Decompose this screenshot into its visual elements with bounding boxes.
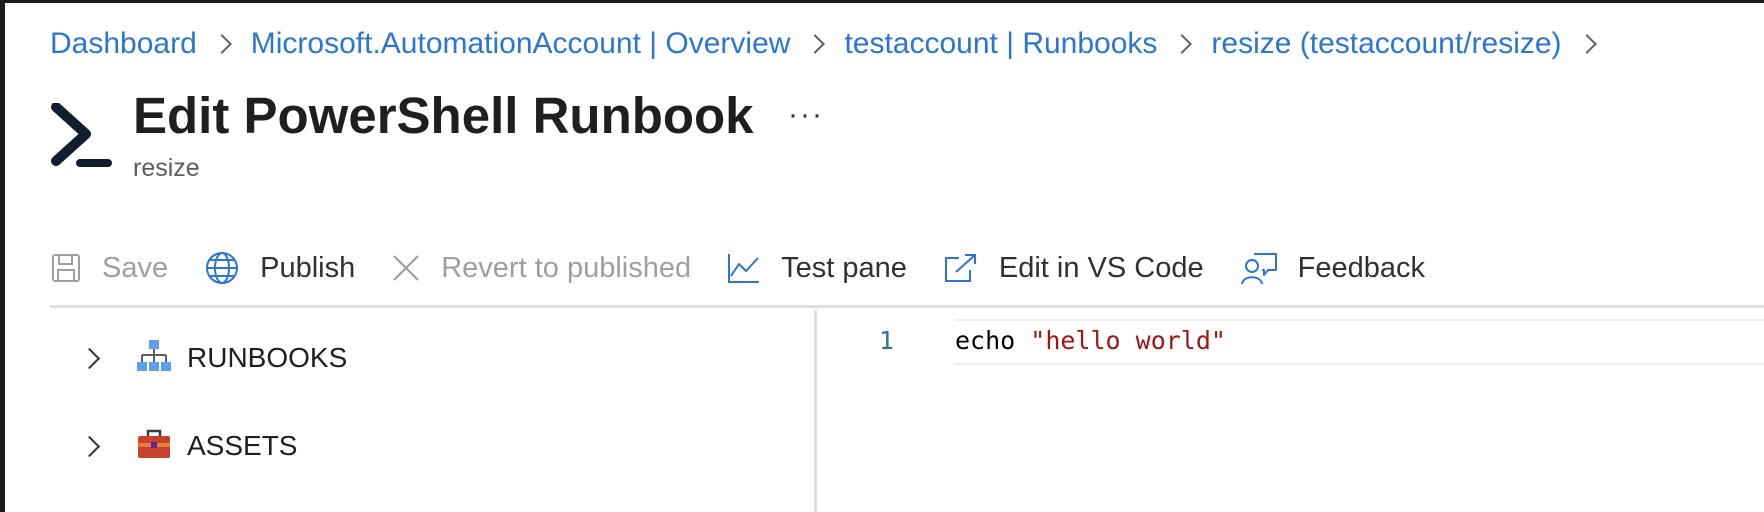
breadcrumb: Dashboard Microsoft.AutomationAccount | … xyxy=(50,24,1616,64)
edit-in-vscode-button[interactable]: Edit in VS Code xyxy=(943,252,1204,285)
chevron-right-icon xyxy=(78,347,101,369)
toolbar-divider xyxy=(50,305,1764,308)
window-left-border xyxy=(0,0,5,512)
more-options-button[interactable]: ··· xyxy=(788,98,824,132)
powershell-icon xyxy=(50,102,112,169)
chart-line-icon xyxy=(728,254,760,283)
publish-button[interactable]: Publish xyxy=(204,250,355,286)
code-command: echo xyxy=(955,326,1016,355)
chevron-right-icon xyxy=(1172,34,1193,54)
breadcrumb-automation-overview[interactable]: Microsoft.AutomationAccount | Overview xyxy=(251,27,791,61)
tree-label-assets: ASSETS xyxy=(187,430,298,461)
hierarchy-icon xyxy=(137,339,171,378)
test-pane-label: Test pane xyxy=(781,251,907,284)
toolbox-icon xyxy=(137,428,171,465)
test-pane-button[interactable]: Test pane xyxy=(727,252,907,285)
globe-icon xyxy=(206,252,239,284)
code-line[interactable]: echo "hello world" xyxy=(955,326,1226,355)
close-icon xyxy=(393,255,420,281)
breadcrumb-testaccount-runbooks[interactable]: testaccount | Runbooks xyxy=(844,27,1157,61)
open-external-icon xyxy=(944,254,976,282)
tree-label-runbooks: RUNBOOKS xyxy=(187,342,348,373)
edit-in-vscode-label: Edit in VS Code xyxy=(998,251,1204,284)
chevron-right-icon xyxy=(78,435,101,457)
revert-to-published-button[interactable]: Revert to published xyxy=(391,252,691,285)
publish-label: Publish xyxy=(260,251,356,284)
revert-label: Revert to published xyxy=(441,251,692,284)
code-string: "hello world" xyxy=(1030,326,1226,355)
feedback-button[interactable]: Feedback xyxy=(1240,250,1425,286)
breadcrumb-dashboard[interactable]: Dashboard xyxy=(50,27,197,61)
command-bar: Save Publish Revert to published Test pa… xyxy=(50,240,1461,296)
save-button[interactable]: Save xyxy=(50,252,168,285)
feedback-label: Feedback xyxy=(1297,251,1425,284)
tree-item-assets[interactable]: ASSETS xyxy=(78,422,298,470)
save-label: Save xyxy=(102,251,169,284)
chevron-right-icon xyxy=(1576,34,1597,54)
save-icon xyxy=(52,254,80,282)
tree-item-runbooks[interactable]: RUNBOOKS xyxy=(78,334,348,382)
chevron-right-icon xyxy=(211,34,232,54)
chevron-right-icon xyxy=(805,34,826,54)
window-top-border xyxy=(0,0,1764,3)
line-number: 1 xyxy=(879,326,895,355)
page-title: Edit PowerShell Runbook xyxy=(133,87,754,144)
breadcrumb-resize-runbook[interactable]: resize (testaccount/resize) xyxy=(1211,27,1561,61)
runbook-tree-panel: RUNBOOKS ASSETS xyxy=(50,310,814,512)
page-subtitle: resize xyxy=(133,154,200,182)
code-editor[interactable]: 1 echo "hello world" xyxy=(817,310,1764,512)
feedback-icon xyxy=(1240,253,1277,285)
